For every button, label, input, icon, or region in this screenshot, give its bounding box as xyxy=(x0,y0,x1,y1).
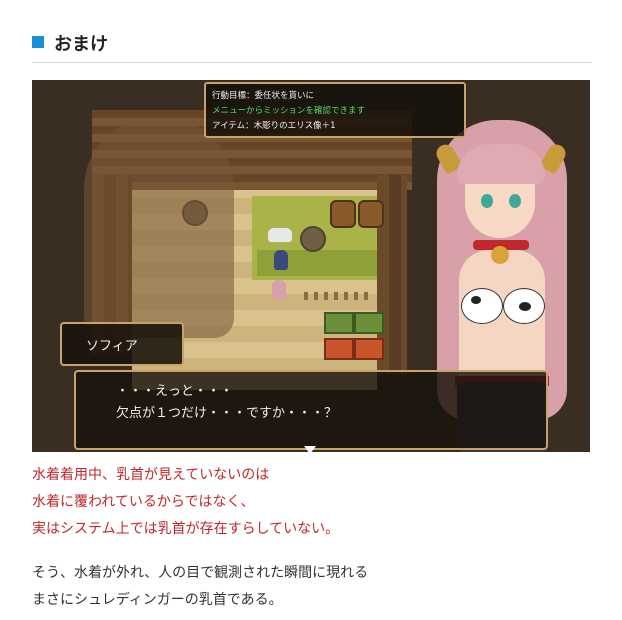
section-title: おまけ xyxy=(54,34,108,55)
mission-panel: 行動目標：委任状を貰いに メニューからミッションを確認できます アイテム：木彫り… xyxy=(204,82,466,138)
caption-line-2: まさにシュレディンガーの乳首である。 xyxy=(32,592,283,608)
pot xyxy=(300,226,326,252)
message-window[interactable]: ・・・えっと・・・ 欠点が１つだけ・・・ですか・・・？ xyxy=(74,370,548,452)
caption-red-line-2: 水着に覆われているからではなく、 xyxy=(32,494,255,510)
cow-sprite xyxy=(268,228,292,242)
section-marker xyxy=(32,36,44,48)
crate xyxy=(324,312,354,334)
message-line-2: 欠点が１つだけ・・・ですか・・・？ xyxy=(116,406,338,421)
crate xyxy=(354,312,384,334)
player-sprite xyxy=(274,250,288,270)
barrel xyxy=(330,200,356,228)
mission-hint: メニューからミッションを確認できます xyxy=(212,106,366,116)
npc-sprite xyxy=(272,280,286,300)
fence xyxy=(304,292,374,300)
message-line-1: ・・・えっと・・・ xyxy=(116,384,234,399)
game-screenshot: 行動目標：委任状を貰いに メニューからミッションを確認できます アイテム：木彫り… xyxy=(32,80,590,452)
barrel xyxy=(358,200,384,228)
silhouette xyxy=(84,118,234,338)
continue-arrow-icon[interactable] xyxy=(304,446,316,452)
caption-red-line-1: 水着着用中、乳首が見えていないのは xyxy=(32,467,270,483)
crate xyxy=(354,338,384,360)
mission-item: アイテム：木彫りのエリス像＋1 xyxy=(212,121,336,131)
caption-line-1: そう、水着が外れ、人の目で観測された瞬間に現れる xyxy=(32,565,369,581)
speaker-name: ソフィア xyxy=(86,339,138,354)
section-header: おまけ xyxy=(32,28,592,63)
caption-red-line-3: 実はシステム上では乳首が存在すらしていない。 xyxy=(32,521,340,537)
mission-objective: 行動目標：委任状を貰いに xyxy=(212,91,315,101)
crate xyxy=(324,338,354,360)
speaker-name-box: ソフィア xyxy=(60,322,184,366)
